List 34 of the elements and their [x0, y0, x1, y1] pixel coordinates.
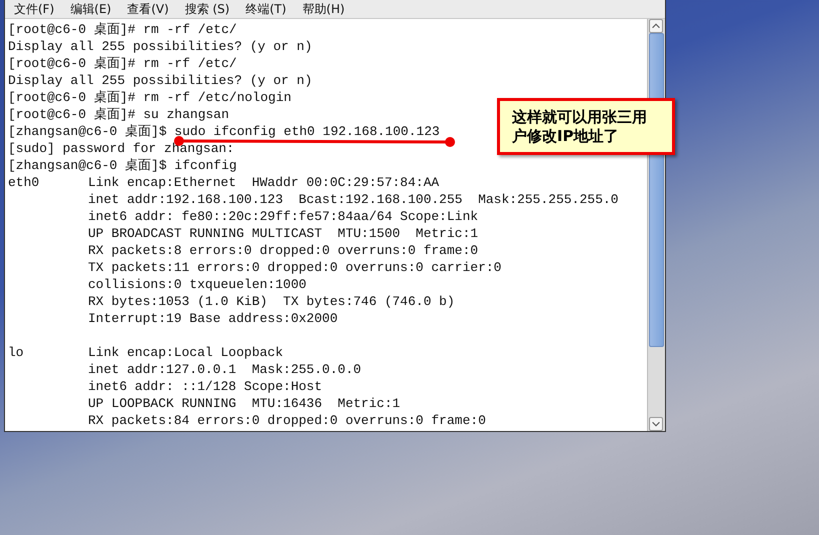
terminal-line: RX packets:8 errors:0 dropped:0 overruns:0 frame:0 [88, 242, 478, 259]
menu-item[interactable]: 搜索 (S) [184, 0, 230, 18]
terminal-line: Link encap:Ethernet HWaddr 00:0C:29:57:84:AA [88, 174, 440, 191]
menu-item[interactable]: 编辑(E) [70, 0, 112, 18]
menu-item[interactable]: 文件(F) [14, 0, 54, 18]
menu-item[interactable]: 查看(V) [127, 0, 169, 18]
menu-item[interactable]: 帮助(H) [302, 0, 345, 18]
terminal-line: [zhangsan@c6-0 桌面]$ ifconfig [8, 157, 237, 174]
scroll-down-icon[interactable] [649, 417, 663, 431]
terminal-line: [root@c6-0 桌面]# rm -rf /etc/ [8, 21, 237, 38]
terminal-line: inet addr:127.0.0.1 Mask:255.0.0.0 [88, 361, 362, 378]
terminal-line: inet6 addr: fe80::20c:29ff:fe57:84aa/64 Scope:Link [88, 208, 478, 225]
terminal-line: RX bytes:1053 (1.0 KiB) TX bytes:746 (746.0 b) [88, 293, 455, 310]
terminal-line: collisions:0 txqueuelen:1000 [88, 276, 306, 293]
terminal-line: Display all 255 possibilities? (y or n) [8, 72, 312, 89]
terminal-line: [root@c6-0 桌面]# rm -rf /etc/nologin [8, 89, 292, 106]
terminal-line: [root@c6-0 桌面]# su zhangsan [8, 106, 230, 123]
interface-name: eth0 [8, 174, 40, 191]
terminal-line: inet6 addr: ::1/128 Scope:Host [88, 378, 322, 395]
annotation-tooltip: 这样就可以用张三用户修改IP地址了 [497, 98, 675, 155]
terminal-line: inet addr:192.168.100.123 Bcast:192.168.100.255 Mask:255.255.255.0 [88, 191, 618, 208]
terminal-line: [root@c6-0 桌面]# rm -rf /etc/ [8, 55, 237, 72]
terminal-line: Interrupt:19 Base address:0x2000 [88, 310, 338, 327]
terminal-line: [sudo] password for zhangsan: [8, 140, 234, 157]
terminal-line: Link encap:Local Loopback [88, 344, 284, 361]
terminal-line: UP LOOPBACK RUNNING MTU:16436 Metric:1 [88, 395, 400, 412]
terminal-line: RX packets:84 errors:0 dropped:0 overruns:0 frame:0 [88, 412, 486, 429]
terminal-line: [zhangsan@c6-0 桌面]$ sudo ifconfig eth0 192.168.100.123 [8, 123, 440, 140]
terminal-line: UP BROADCAST RUNNING MULTICAST MTU:1500 Metric:1 [88, 225, 478, 242]
terminal-line: Display all 255 possibilities? (y or n) [8, 38, 312, 55]
menu-item[interactable]: 终端(T) [246, 0, 286, 18]
scroll-up-icon[interactable] [649, 19, 663, 33]
terminal-line: TX packets:11 errors:0 dropped:0 overruns:0 carrier:0 [88, 259, 502, 276]
interface-name: lo [8, 344, 25, 361]
